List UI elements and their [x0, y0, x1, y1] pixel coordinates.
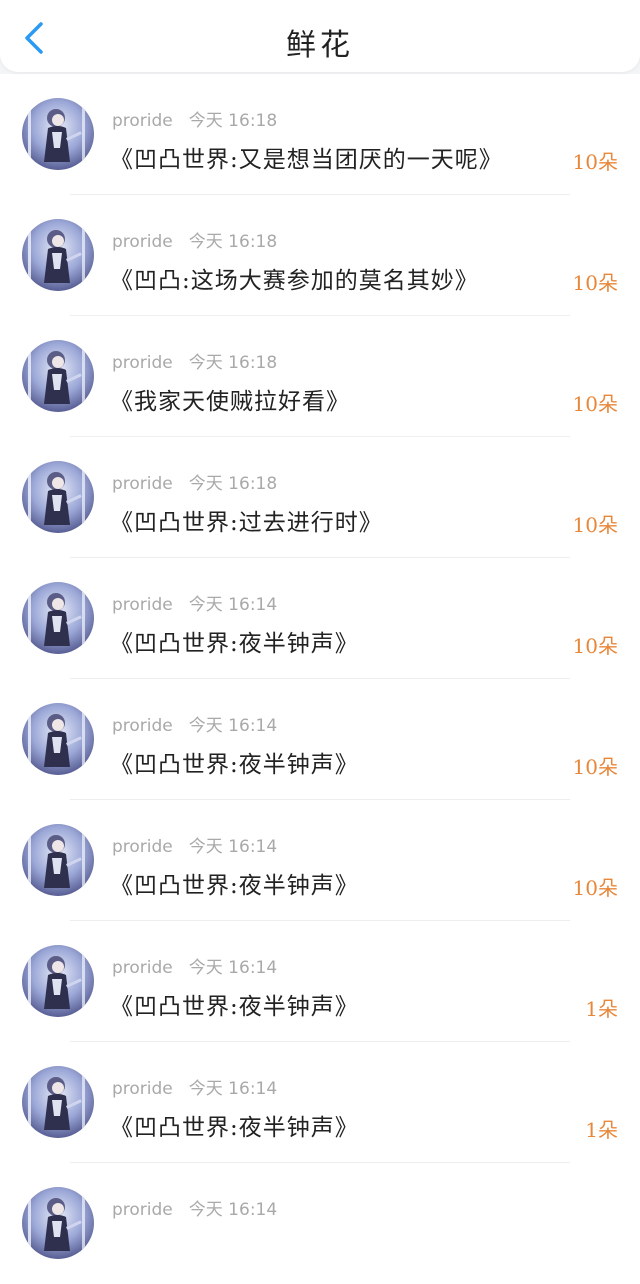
- user-name: proride: [112, 1200, 173, 1220]
- avatar[interactable]: [22, 582, 94, 654]
- item-meta: proride 今天 16:14: [112, 832, 277, 857]
- list-item[interactable]: proride 今天 16:14 《凹凸世界:夜半钟声》 1朵: [0, 921, 640, 1042]
- top-bar: 鲜花: [0, 0, 640, 72]
- work-title: 《凹凸世界:夜半钟声》: [110, 873, 359, 899]
- user-name: proride: [112, 716, 173, 736]
- timestamp: 今天 16:14: [188, 1200, 278, 1220]
- page-title: 鲜花: [286, 28, 354, 63]
- list-item[interactable]: proride 今天 16:18 《凹凸世界:过去进行时》 10朵: [0, 437, 640, 558]
- flower-count: 10朵: [572, 634, 618, 658]
- timestamp: 今天 16:14: [188, 595, 278, 615]
- flower-count: 10朵: [572, 150, 618, 174]
- list-item[interactable]: proride 今天 16:18 《凹凸世界:又是想当团厌的一天呢》 10朵: [0, 74, 640, 195]
- work-title: 《凹凸世界:又是想当团厌的一天呢》: [110, 147, 503, 173]
- item-meta: proride 今天 16:18: [112, 106, 277, 131]
- flower-count: 10朵: [572, 876, 618, 900]
- list-item[interactable]: proride 今天 16:14 《凹凸世界:夜半钟声》 10朵: [0, 558, 640, 679]
- flower-count: 1朵: [585, 997, 618, 1021]
- item-meta: proride 今天 16:18: [112, 469, 277, 494]
- item-meta: proride 今天 16:14: [112, 953, 277, 978]
- flower-count: 10朵: [572, 755, 618, 779]
- timestamp: 今天 16:18: [188, 353, 278, 373]
- item-meta: proride 今天 16:14: [112, 1074, 277, 1099]
- work-title: 《我家天使贼拉好看》: [110, 389, 350, 415]
- work-title: 《凹凸世界:夜半钟声》: [110, 1115, 359, 1141]
- list-item[interactable]: proride 今天 16:14: [0, 1163, 640, 1284]
- flower-list: proride 今天 16:18 《凹凸世界:又是想当团厌的一天呢》 10朵 pr…: [0, 74, 640, 1284]
- timestamp: 今天 16:14: [188, 958, 278, 978]
- timestamp: 今天 16:18: [188, 111, 278, 131]
- item-meta: proride 今天 16:18: [112, 348, 277, 373]
- flower-count: 10朵: [572, 513, 618, 537]
- user-name: proride: [112, 111, 173, 131]
- user-name: proride: [112, 1079, 173, 1099]
- user-name: proride: [112, 958, 173, 978]
- avatar[interactable]: [22, 98, 94, 170]
- timestamp: 今天 16:18: [188, 474, 278, 494]
- avatar[interactable]: [22, 945, 94, 1017]
- avatar[interactable]: [22, 703, 94, 775]
- avatar[interactable]: [22, 340, 94, 412]
- work-title: 《凹凸世界:夜半钟声》: [110, 994, 359, 1020]
- timestamp: 今天 16:14: [188, 837, 278, 857]
- list-item[interactable]: proride 今天 16:18 《凹凸:这场大赛参加的莫名其妙》 10朵: [0, 195, 640, 316]
- avatar[interactable]: [22, 1187, 94, 1259]
- avatar[interactable]: [22, 219, 94, 291]
- user-name: proride: [112, 837, 173, 857]
- flower-count: 1朵: [585, 1118, 618, 1142]
- list-item[interactable]: proride 今天 16:14 《凹凸世界:夜半钟声》 10朵: [0, 679, 640, 800]
- flower-count: 10朵: [572, 392, 618, 416]
- work-title: 《凹凸世界:夜半钟声》: [110, 752, 359, 778]
- work-title: 《凹凸世界:过去进行时》: [110, 510, 383, 536]
- user-name: proride: [112, 595, 173, 615]
- list-item[interactable]: proride 今天 16:14 《凹凸世界:夜半钟声》 1朵: [0, 1042, 640, 1163]
- item-meta: proride 今天 16:18: [112, 227, 277, 252]
- timestamp: 今天 16:18: [188, 232, 278, 252]
- user-name: proride: [112, 232, 173, 252]
- flower-count: 10朵: [572, 271, 618, 295]
- user-name: proride: [112, 353, 173, 373]
- timestamp: 今天 16:14: [188, 716, 278, 736]
- avatar[interactable]: [22, 824, 94, 896]
- work-title: 《凹凸:这场大赛参加的莫名其妙》: [110, 268, 479, 294]
- item-meta: proride 今天 16:14: [112, 590, 277, 615]
- item-meta: proride 今天 16:14: [112, 1195, 277, 1220]
- avatar[interactable]: [22, 461, 94, 533]
- timestamp: 今天 16:14: [188, 1079, 278, 1099]
- list-item[interactable]: proride 今天 16:14 《凹凸世界:夜半钟声》 10朵: [0, 800, 640, 921]
- avatar[interactable]: [22, 1066, 94, 1138]
- item-meta: proride 今天 16:14: [112, 711, 277, 736]
- work-title: 《凹凸世界:夜半钟声》: [110, 631, 359, 657]
- user-name: proride: [112, 474, 173, 494]
- list-item[interactable]: proride 今天 16:18 《我家天使贼拉好看》 10朵: [0, 316, 640, 437]
